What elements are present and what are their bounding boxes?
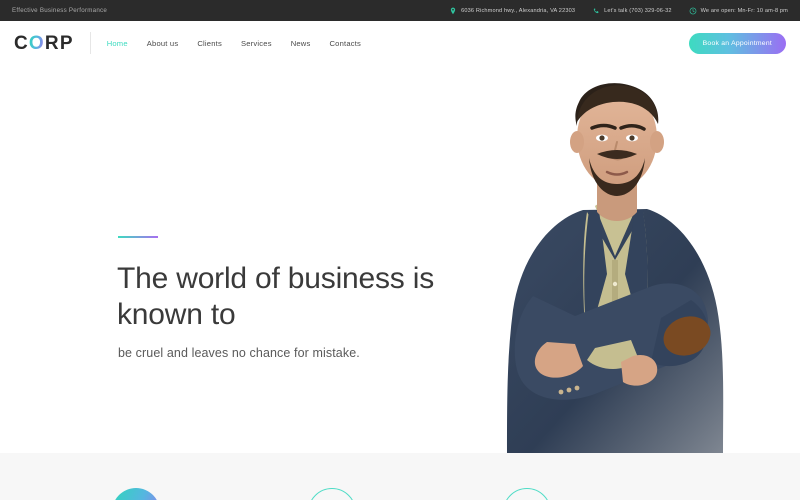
location-pin-icon [449,7,457,15]
site-logo[interactable]: C O RP [14,34,74,53]
hero-section: The world of business is known to be cru… [0,60,800,453]
contact-address[interactable]: 6036 Richmond hwy., Alexandria, VA 22303 [449,7,575,15]
nav-item-services[interactable]: Services [241,39,272,48]
site-tagline: Effective Business Performance [12,7,108,14]
site-header: C O RP Home About us Clients Services News… [0,21,800,65]
phone-icon [592,7,600,15]
logo-text-after: RP [44,32,74,54]
clock-icon [689,7,697,15]
contact-info-group: 6036 Richmond hwy., Alexandria, VA 22303… [449,7,788,15]
nav-item-contacts[interactable]: Contacts [329,39,361,48]
logo-accent-letter: O [28,32,45,54]
features-section [0,453,800,500]
hero-portrait-image [455,60,800,453]
contact-address-text: 6036 Richmond hwy., Alexandria, VA 22303 [461,7,576,14]
feature-circle-filled[interactable] [112,488,160,500]
book-appointment-button[interactable]: Book an Appointment [688,32,786,54]
contact-hours[interactable]: We are open: Mn-Fr: 10 am-8 pm [689,7,788,15]
header-divider [89,32,91,54]
main-navigation: Home About us Clients Services News Cont… [107,39,361,48]
contact-phone[interactable]: Let's talk (703) 329-06-32 [592,7,671,15]
nav-item-about-us[interactable]: About us [147,39,179,48]
landing-page: Effective Business Performance 6036 Rich… [0,0,800,500]
top-info-bar: Effective Business Performance 6036 Rich… [0,0,800,21]
feature-circle-outline-1[interactable] [308,488,356,500]
nav-item-news[interactable]: News [291,39,311,48]
nav-item-home[interactable]: Home [107,39,128,48]
logo-text-before: C [14,32,29,54]
contact-phone-text: Let's talk (703) 329-06-32 [604,7,672,14]
nav-item-clients[interactable]: Clients [197,39,222,48]
contact-hours-text: We are open: Mn-Fr: 10 am-8 pm [700,7,788,14]
hero-accent-rule [118,236,158,238]
feature-circle-outline-2[interactable] [503,488,551,500]
hero-title: The world of business is known to [117,262,435,331]
